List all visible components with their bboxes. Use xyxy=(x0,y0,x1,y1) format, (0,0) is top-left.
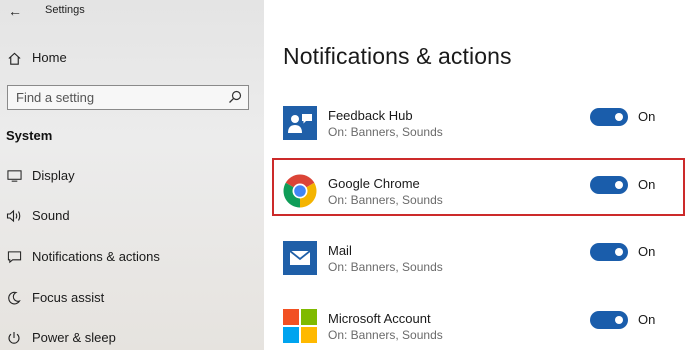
sidebar-item-focus-assist[interactable]: Focus assist xyxy=(0,283,264,313)
toggle-knob xyxy=(615,316,623,324)
sidebar-item-label: Power & sleep xyxy=(32,330,116,345)
sidebar-item-home[interactable]: Home xyxy=(0,43,264,73)
app-name: Microsoft Account xyxy=(328,311,431,326)
title-bar: ← Settings xyxy=(0,0,264,24)
app-row-feedback-hub[interactable]: Feedback Hub On: Banners, Sounds On xyxy=(264,100,698,152)
app-status: On: Banners, Sounds xyxy=(328,328,443,342)
toggle-knob xyxy=(615,113,623,121)
sound-icon xyxy=(5,207,23,225)
sidebar-item-notifications[interactable]: Notifications & actions xyxy=(0,242,264,272)
microsoft-logo-icon xyxy=(283,309,317,343)
sidebar-item-label: Sound xyxy=(32,208,70,223)
mail-icon xyxy=(283,241,317,275)
sidebar-item-label: Notifications & actions xyxy=(32,249,160,264)
toggle-state-label: On xyxy=(638,312,656,327)
home-icon xyxy=(5,49,23,67)
back-button[interactable]: ← xyxy=(4,1,26,21)
search-icon[interactable] xyxy=(228,90,242,104)
sidebar-item-power-sleep[interactable]: Power & sleep xyxy=(0,323,264,353)
app-title: Settings xyxy=(45,4,85,16)
toggle-state-label: On xyxy=(638,244,656,259)
sidebar-item-display[interactable]: Display xyxy=(0,161,264,191)
sidebar-item-label: Display xyxy=(32,168,75,183)
app-name: Google Chrome xyxy=(328,176,420,191)
app-status: On: Banners, Sounds xyxy=(328,125,443,139)
search-box xyxy=(7,85,249,110)
display-icon xyxy=(5,167,23,185)
power-icon xyxy=(5,329,23,347)
back-arrow-icon: ← xyxy=(8,3,22,19)
app-status: On: Banners, Sounds xyxy=(328,260,443,274)
chrome-icon xyxy=(283,174,317,208)
app-row-microsoft-account[interactable]: Microsoft Account On: Banners, Sounds On xyxy=(264,303,698,355)
page-title: Notifications & actions xyxy=(283,43,512,69)
app-name: Mail xyxy=(328,243,352,258)
sidebar-item-label: Home xyxy=(32,50,67,65)
notifications-icon xyxy=(5,248,23,266)
toggle-knob xyxy=(615,181,623,189)
notifications-toggle[interactable] xyxy=(590,176,628,194)
search-input[interactable] xyxy=(8,86,231,109)
notifications-toggle[interactable] xyxy=(590,243,628,261)
focus-assist-icon xyxy=(5,289,23,307)
main-content: Notifications & actions Feedback Hub On:… xyxy=(264,0,698,350)
sidebar-item-sound[interactable]: Sound xyxy=(0,201,264,231)
sidebar-item-label: Focus assist xyxy=(32,290,105,305)
app-row-mail[interactable]: Mail On: Banners, Sounds On xyxy=(264,235,698,287)
app-status: On: Banners, Sounds xyxy=(328,193,443,207)
toggle-state-label: On xyxy=(638,177,656,192)
toggle-state-label: On xyxy=(638,109,656,124)
app-row-google-chrome[interactable]: Google Chrome On: Banners, Sounds On xyxy=(264,168,698,220)
feedback-hub-icon xyxy=(283,106,317,140)
notifications-toggle[interactable] xyxy=(590,311,628,329)
notifications-toggle[interactable] xyxy=(590,108,628,126)
section-header: System xyxy=(6,128,53,143)
toggle-knob xyxy=(615,248,623,256)
settings-sidebar: ← Settings Home System Display Sound Not… xyxy=(0,0,264,350)
app-name: Feedback Hub xyxy=(328,108,413,123)
